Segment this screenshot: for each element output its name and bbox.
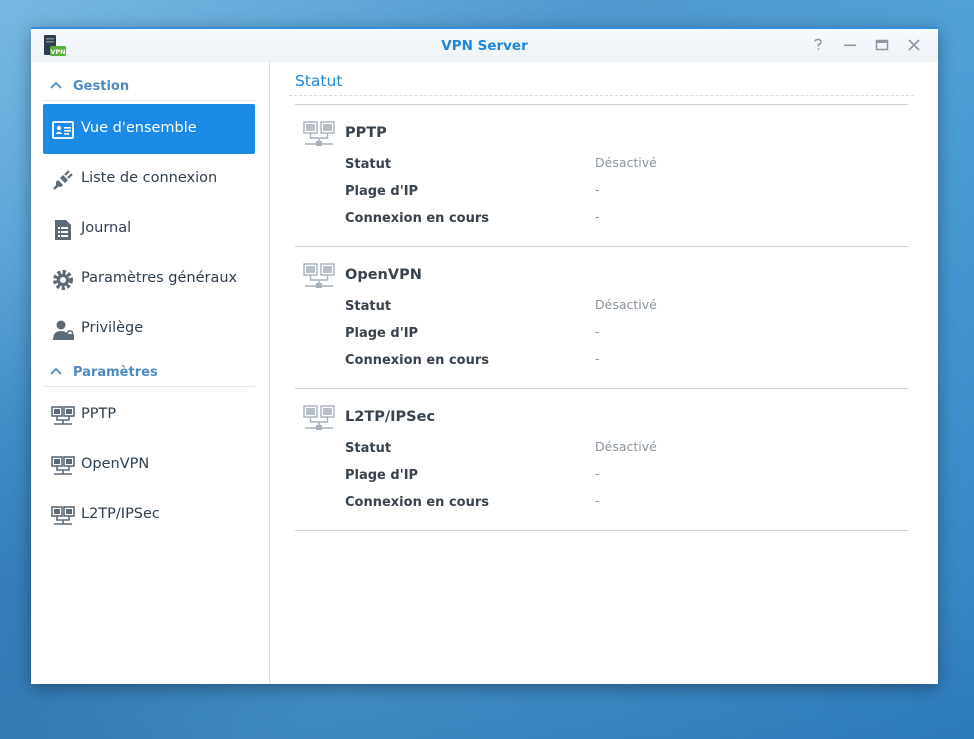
- sidebar-item-label: L2TP/IPSec: [81, 506, 160, 522]
- close-button[interactable]: [905, 36, 923, 54]
- network-icon: [51, 506, 75, 525]
- row-label: Statut: [345, 157, 392, 172]
- sidebar-item-parametres-generaux[interactable]: Paramètres généraux: [43, 254, 255, 304]
- overview-icon: [52, 121, 74, 139]
- network-icon: [303, 405, 335, 430]
- protocol-name: PPTP: [345, 125, 387, 141]
- page-title: Statut: [295, 72, 343, 90]
- protocol-name: L2TP/IPSec: [345, 409, 436, 425]
- sidebar-item-l2tp-ipsec[interactable]: L2TP/IPSec: [43, 490, 255, 540]
- row-label: Statut: [345, 299, 392, 314]
- protocol-name: OpenVPN: [345, 267, 422, 283]
- chevron-up-icon: [50, 367, 62, 375]
- status-block-l2tp-ipsec: L2TP/IPSec Statut Désactivé Plage d'IP -…: [295, 389, 908, 531]
- maximize-button[interactable]: [873, 36, 891, 54]
- divider: [295, 530, 908, 531]
- row-value: -: [595, 351, 600, 366]
- sidebar-item-label: Paramètres généraux: [81, 270, 238, 286]
- row-label: Connexion en cours: [345, 495, 489, 510]
- log-icon: [55, 220, 71, 240]
- help-button[interactable]: [809, 36, 827, 54]
- status-block-pptp: PPTP Statut Désactivé Plage d'IP - Conne…: [295, 105, 908, 247]
- status-block-openvpn: OpenVPN Statut Désactivé Plage d'IP - Co…: [295, 247, 908, 389]
- sidebar-item-label: Vue d'ensemble: [81, 120, 197, 136]
- sidebar-item-pptp[interactable]: PPTP: [43, 390, 255, 440]
- network-icon: [51, 406, 75, 425]
- row-value: -: [595, 324, 600, 339]
- sidebar-item-liste-connexion[interactable]: Liste de connexion: [43, 154, 255, 204]
- sidebar: Gestion Vue d'ensemble Liste de connexio…: [31, 62, 270, 684]
- plug-icon: [53, 170, 73, 190]
- title-bar[interactable]: VPN VPN Server: [31, 29, 938, 62]
- row-label: Statut: [345, 441, 392, 456]
- sidebar-item-label: PPTP: [81, 406, 117, 422]
- section-header-gestion[interactable]: Gestion: [43, 72, 255, 101]
- row-value: Désactivé: [595, 439, 657, 454]
- sidebar-item-label: Journal: [81, 220, 132, 236]
- sidebar-item-label: Liste de connexion: [81, 170, 218, 186]
- minimize-icon: [844, 44, 856, 47]
- help-icon: [814, 38, 822, 50]
- sidebar-item-journal[interactable]: Journal: [43, 204, 255, 254]
- title-divider: [289, 95, 914, 96]
- sidebar-item-vue-ensemble[interactable]: Vue d'ensemble: [43, 104, 255, 154]
- main-content: Statut PPTP Statut Désactivé Plage d'IP …: [271, 62, 938, 684]
- chevron-up-icon: [50, 81, 62, 89]
- row-value: -: [595, 209, 600, 224]
- user-lock-icon: [53, 320, 74, 340]
- row-value: Désactivé: [595, 155, 657, 170]
- row-label: Connexion en cours: [345, 211, 489, 226]
- vpn-server-window: VPN VPN Server Gestion Vue d'ensemble Li…: [31, 27, 938, 684]
- maximize-icon: [875, 39, 889, 51]
- close-icon: [908, 39, 920, 51]
- section-header-label: Paramètres: [73, 365, 158, 380]
- window-title: VPN Server: [441, 38, 528, 54]
- sidebar-item-openvpn[interactable]: OpenVPN: [43, 440, 255, 490]
- network-icon: [303, 121, 335, 146]
- network-icon: [303, 263, 335, 288]
- sidebar-item-label: Privilège: [81, 320, 144, 336]
- section-header-parametres[interactable]: Paramètres: [43, 358, 255, 387]
- row-value: -: [595, 182, 600, 197]
- sidebar-item-label: OpenVPN: [81, 456, 150, 472]
- sidebar-item-privilege[interactable]: Privilège: [43, 304, 255, 354]
- row-label: Plage d'IP: [345, 184, 419, 199]
- row-label: Connexion en cours: [345, 353, 489, 368]
- row-value: -: [595, 466, 600, 481]
- gear-icon: [53, 270, 73, 290]
- row-label: Plage d'IP: [345, 326, 419, 341]
- row-value: -: [595, 493, 600, 508]
- row-value: Désactivé: [595, 297, 657, 312]
- section-header-label: Gestion: [73, 79, 130, 94]
- row-label: Plage d'IP: [345, 468, 419, 483]
- network-icon: [51, 456, 75, 475]
- minimize-button[interactable]: [841, 36, 859, 54]
